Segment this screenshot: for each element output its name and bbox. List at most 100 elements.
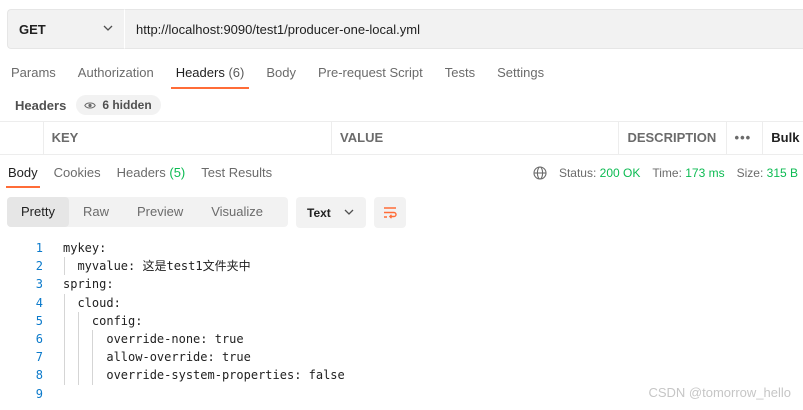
tab-authorization[interactable]: Authorization <box>67 58 165 88</box>
response-tab-headers[interactable]: Headers (5) <box>109 158 194 188</box>
size-value[interactable]: 315 B <box>767 166 798 180</box>
preview-button[interactable]: Preview <box>123 197 197 227</box>
column-key: KEY <box>44 122 333 154</box>
indent-guide <box>64 329 65 349</box>
tab-body[interactable]: Body <box>255 58 307 88</box>
wrap-lines-icon <box>384 206 397 219</box>
response-tab-body[interactable]: Body <box>0 158 46 188</box>
code-text: mykey: <box>63 241 107 255</box>
indent-guide <box>92 366 93 385</box>
tab-params[interactable]: Params <box>0 58 67 88</box>
indent-guide <box>64 293 65 312</box>
visualize-button[interactable]: Visualize <box>197 197 277 227</box>
tab-label: Settings <box>497 65 545 80</box>
line-number: 8 <box>35 368 43 383</box>
code-line: 5 config: <box>0 311 803 330</box>
time-label: Time: <box>652 166 682 180</box>
checkbox-column <box>0 122 44 154</box>
indent-guide <box>64 257 65 276</box>
tab-label: Headers <box>116 165 166 180</box>
language-label: Text <box>307 205 331 220</box>
headers-title: Headers <box>15 97 67 113</box>
status-value[interactable]: 200 OK <box>600 166 641 180</box>
tab-label: Test Results <box>201 165 273 180</box>
pretty-button[interactable]: Pretty <box>7 197 69 227</box>
code-text: cloud: <box>63 295 121 310</box>
headers-table-header: KEY VALUE DESCRIPTION ••• Bulk <box>0 121 803 155</box>
status-label: Status: <box>558 166 597 180</box>
code-line: 7 allow-override: true <box>0 348 803 367</box>
code-line: 3 spring: <box>0 275 803 293</box>
response-tab-test-results[interactable]: Test Results <box>193 158 280 188</box>
tab-tests[interactable]: Tests <box>434 58 486 88</box>
response-status: Status: 200 OK Time: 173 ms Size: 315 B <box>533 165 798 181</box>
size-label: Size: <box>736 166 764 180</box>
raw-button[interactable]: Raw <box>69 197 123 227</box>
tab-label: Cookies <box>53 165 101 180</box>
bulk-edit-button[interactable]: Bulk <box>763 122 803 154</box>
response-tabs: Body Cookies Headers (5) Test Results <box>0 158 280 188</box>
indent-guide <box>78 348 79 367</box>
code-line: 4 cloud: <box>0 293 803 312</box>
line-number: 9 <box>35 386 43 401</box>
eye-icon <box>84 102 97 108</box>
line-number: 2 <box>35 259 43 274</box>
line-number: 7 <box>35 350 43 365</box>
column-description: DESCRIPTION <box>619 122 727 154</box>
indent-guide <box>78 329 79 349</box>
tab-headers[interactable]: Headers (6) <box>165 58 256 89</box>
request-bar: GET http://localhost:9090/test1/producer… <box>7 9 803 49</box>
method-label: GET <box>19 21 46 37</box>
tab-pre-request-script[interactable]: Pre-request Script <box>307 58 434 88</box>
request-tabs: Params Authorization Headers (6) Body Pr… <box>0 58 555 90</box>
tab-label: Authorization <box>77 65 154 80</box>
watermark: CSDN @tomorrow_hello <box>648 385 791 400</box>
globe-icon[interactable] <box>533 166 547 180</box>
code-text: override-none: true <box>63 331 244 346</box>
hidden-headers-label: 6 hidden <box>102 98 152 112</box>
indent-guide <box>92 348 93 367</box>
line-number: 5 <box>35 313 43 328</box>
view-mode-group: Pretty Raw Preview Visualize <box>7 197 288 227</box>
line-number: 4 <box>35 295 43 310</box>
indent-guide <box>78 311 79 330</box>
line-number: 6 <box>35 331 43 346</box>
line-number: 1 <box>35 241 43 255</box>
tab-label: Pre-request Script <box>317 65 423 80</box>
tab-label: Headers <box>175 65 225 80</box>
headers-toolbar: Headers 6 hidden <box>15 95 161 115</box>
code-text: allow-override: true <box>63 350 251 365</box>
url-input[interactable]: http://localhost:9090/test1/producer-one… <box>124 9 803 49</box>
code-line: 6 override-none: true <box>0 329 803 349</box>
indent-guide <box>78 366 79 385</box>
language-select[interactable]: Text <box>296 197 366 228</box>
code-line: 2 myvalue: 这是test1文件夹中 <box>0 257 803 276</box>
indent-guide <box>64 366 65 385</box>
hidden-headers-toggle[interactable]: 6 hidden <box>76 95 161 115</box>
tab-label: Tests <box>444 65 476 80</box>
chevron-down-icon <box>103 25 113 31</box>
column-value: VALUE <box>332 122 620 154</box>
code-text: override-system-properties: false <box>63 368 345 383</box>
status-info: Status: 200 OK <box>559 166 640 180</box>
indent-guide <box>64 348 65 367</box>
time-value[interactable]: 173 ms <box>685 166 724 180</box>
tab-label: Body <box>266 65 296 80</box>
response-tab-cookies[interactable]: Cookies <box>46 158 109 188</box>
time-info: Time: 173 ms <box>652 166 724 180</box>
tab-count: (6) <box>228 65 245 80</box>
code-text: config: <box>63 313 143 328</box>
chevron-down-icon <box>344 209 354 215</box>
code-line: 8 override-system-properties: false <box>0 366 803 385</box>
tab-settings[interactable]: Settings <box>486 58 555 88</box>
tab-label: Params <box>11 65 56 80</box>
tab-count: (5) <box>169 165 186 180</box>
more-options-button[interactable]: ••• <box>727 122 764 154</box>
size-info: Size: 315 B <box>737 166 798 180</box>
tab-label: Body <box>8 165 38 180</box>
response-body-code[interactable]: 1 mykey: 2 myvalue: 这是test1文件夹中 3 spring: … <box>0 239 803 403</box>
method-select[interactable]: GET <box>7 9 124 49</box>
wrap-lines-button[interactable] <box>374 197 406 228</box>
indent-guide <box>64 311 65 330</box>
